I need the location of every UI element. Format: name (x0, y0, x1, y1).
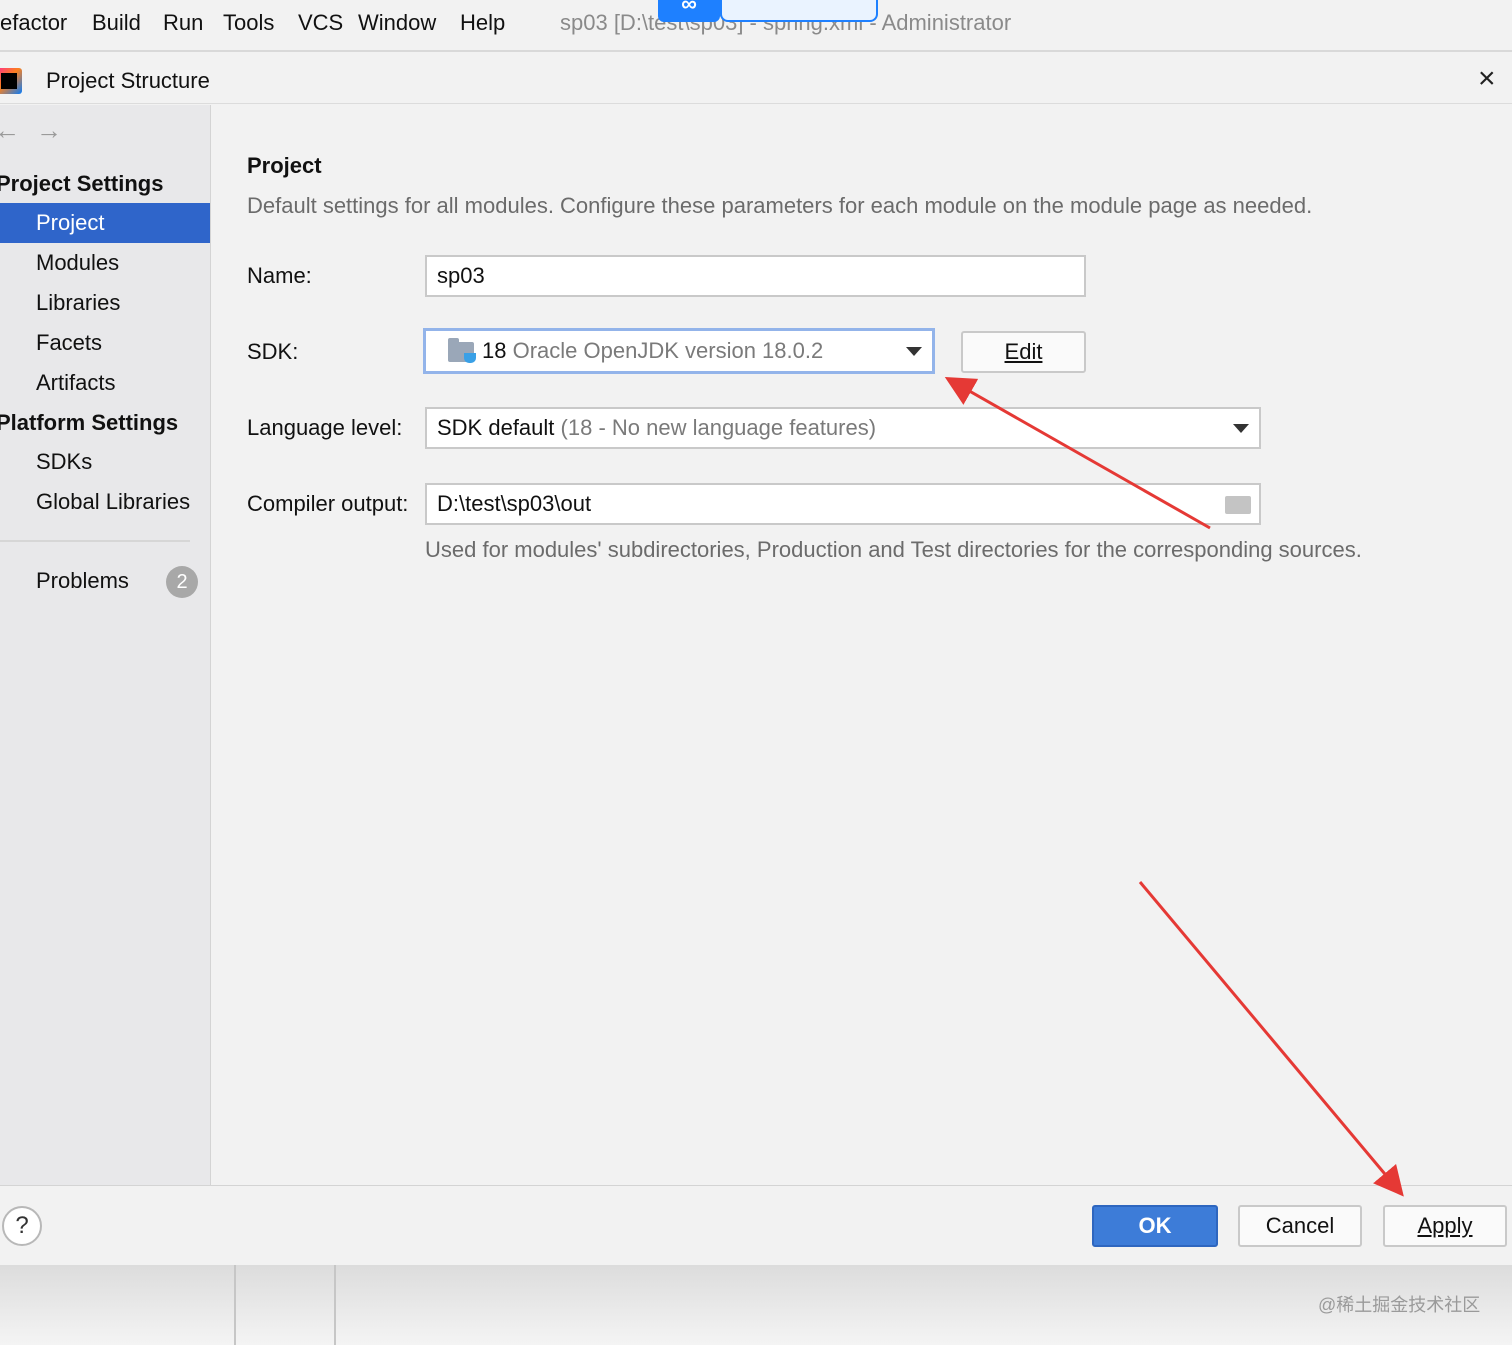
browse-folder-icon[interactable] (1225, 496, 1251, 514)
java-cup-icon (464, 353, 476, 363)
edit-sdk-button-label: Edit (1004, 339, 1043, 364)
apply-button[interactable]: Apply (1383, 1205, 1507, 1247)
compiler-output-label: Compiler output: (247, 491, 409, 516)
project-settings-header: Project Settings (0, 171, 164, 196)
language-level-detail: (18 - No new language features) (560, 415, 877, 440)
compiler-output-hint: Used for modules' subdirectories, Produc… (425, 537, 1362, 562)
chevron-down-icon (1233, 424, 1249, 433)
close-icon[interactable]: × (1478, 62, 1496, 96)
page-description: Default settings for all modules. Config… (247, 193, 1313, 218)
sidebar-divider (0, 540, 190, 542)
edit-sdk-button[interactable]: Edit (961, 331, 1086, 373)
dialog-title-bar: Project Structure × (0, 56, 1512, 104)
language-level-dropdown[interactable]: SDK default (18 - No new language featur… (425, 407, 1261, 449)
menu-build[interactable]: Build (92, 10, 141, 36)
language-level-value: SDK default (437, 415, 555, 440)
menu-refactor[interactable]: efactor (0, 10, 67, 36)
sidebar-item-modules[interactable]: Modules (0, 243, 210, 283)
help-icon[interactable]: ? (2, 1206, 42, 1246)
menu-tools[interactable]: Tools (223, 10, 274, 36)
cancel-button[interactable]: Cancel (1238, 1205, 1362, 1247)
chevron-down-icon (906, 347, 922, 356)
sidebar-item-global-libraries[interactable]: Global Libraries (0, 482, 210, 522)
sidebar-item-sdks[interactable]: SDKs (0, 442, 210, 482)
menu-window[interactable]: Window (358, 10, 436, 36)
sidebar-item-facets[interactable]: Facets (0, 323, 210, 363)
apply-button-label: Apply (1417, 1213, 1473, 1238)
sdk-label: SDK: (247, 339, 299, 364)
menu-bar: efactor Build Run Tools VCS Window Help … (0, 0, 1512, 52)
ok-button[interactable]: OK (1092, 1205, 1218, 1247)
problems-count-badge: 2 (166, 566, 198, 598)
upload-badge-icon[interactable]: ∞ (658, 0, 720, 22)
platform-settings-header: Platform Settings (0, 410, 179, 435)
name-input[interactable]: sp03 (425, 255, 1086, 297)
sidebar: ← → Project Settings Project Modules Lib… (0, 105, 211, 1185)
page-title: Project (247, 153, 322, 178)
sidebar-item-project[interactable]: Project (0, 203, 210, 243)
dialog-footer: ? OK Cancel Apply (0, 1185, 1512, 1265)
forward-arrow-icon[interactable]: → (36, 115, 62, 146)
sdk-version-number: 18 (482, 338, 507, 363)
compiler-output-value: D:\test\sp03\out (437, 491, 592, 516)
name-label: Name: (247, 263, 312, 288)
upload-badge-button[interactable] (720, 0, 878, 22)
background-window-strip: @稀土掘金技术社区 (0, 1265, 1512, 1345)
sidebar-item-libraries[interactable]: Libraries (0, 283, 210, 323)
watermark: @稀土掘金技术社区 (1318, 1295, 1481, 1315)
language-level-label: Language level: (247, 415, 403, 440)
sdk-dropdown[interactable]: 18 Oracle OpenJDK version 18.0.2 (423, 328, 935, 374)
menu-help[interactable]: Help (460, 10, 505, 36)
menu-vcs[interactable]: VCS (298, 10, 343, 36)
back-arrow-icon[interactable]: ← (0, 115, 20, 146)
intellij-logo-icon (0, 68, 22, 94)
sidebar-item-artifacts[interactable]: Artifacts (0, 363, 210, 403)
compiler-output-input[interactable]: D:\test\sp03\out (425, 483, 1261, 525)
background-panel (234, 1265, 336, 1345)
dialog-title: Project Structure (46, 68, 210, 93)
sdk-version-detail: Oracle OpenJDK version 18.0.2 (512, 338, 824, 363)
main-panel: Project Default settings for all modules… (212, 105, 1512, 1185)
menu-run[interactable]: Run (163, 10, 203, 36)
